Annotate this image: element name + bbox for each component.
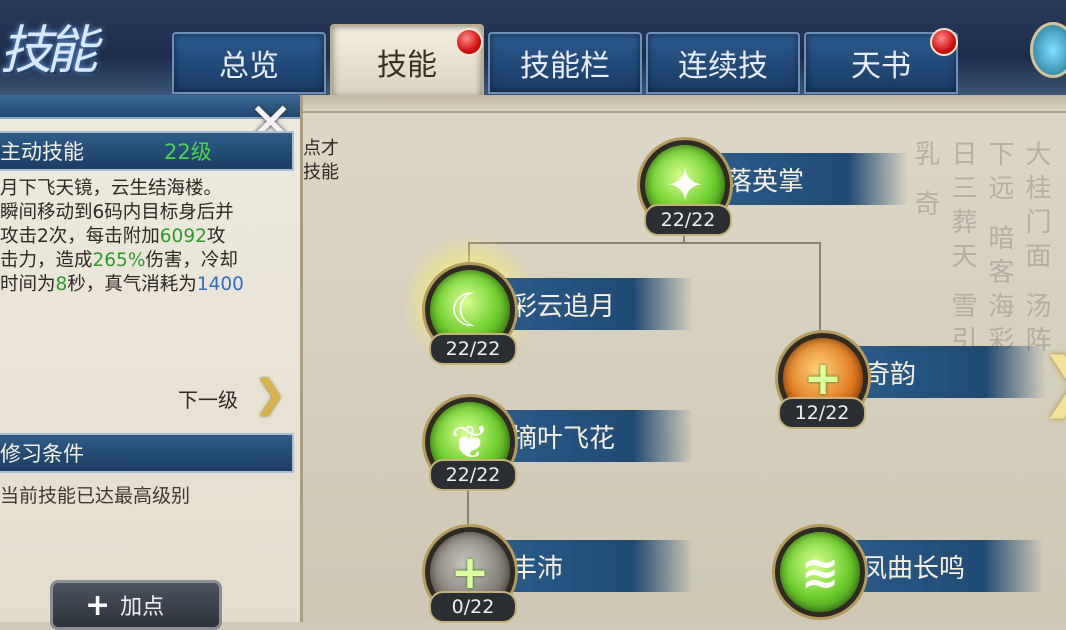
tab-skill-bar[interactable]: 技能栏 (488, 32, 642, 94)
tab-overview[interactable]: 总览 (172, 32, 326, 94)
add-point-button[interactable]: + 加点 (50, 580, 222, 630)
skill-detail-panel (0, 95, 303, 622)
skill-name: 奇韵 (846, 346, 1046, 398)
requirements-header: 修习条件 (0, 433, 294, 473)
desc-line: 月下飞天镜，云生结海楼。 (0, 178, 223, 199)
window-title-art: 技能 (0, 21, 98, 81)
section-title: 主动技能 (0, 140, 84, 164)
notification-dot-heavenly-book (930, 28, 958, 56)
skill-level-count: 12/22 (778, 397, 866, 429)
notification-dot-skills (455, 28, 483, 56)
background-calligraphy: 大桂门面 汤阵下远 暗客海彩 日三葬天 雪引乳 奇 (910, 140, 1051, 361)
skill-level-count: 0/22 (429, 591, 517, 623)
desc-text: 攻 (206, 226, 226, 247)
add-point-label: 加点 (120, 595, 165, 620)
scroll-edge (300, 95, 1066, 113)
desc-text: 击力，造成 (0, 250, 93, 271)
desc-line: 攻击2次，每击附加6092攻 (0, 225, 295, 249)
fragment-line: 技能 (303, 162, 339, 183)
skill-name: 凤曲长鸣 (843, 540, 1043, 592)
requirement-text: 当前技能已达最高级别 (0, 485, 191, 507)
skill-description: 月下飞天镜，云生结海楼。 瞬间移动到6码内目标身后并 攻击2次，每击附加6092… (0, 177, 295, 297)
desc-line: 瞬间移动到6码内目标身后并 (0, 202, 234, 223)
damage-percent-value: 265% (92, 250, 146, 271)
tree-connector (819, 242, 821, 338)
desc-text: 伤害，冷却 (145, 250, 238, 271)
chevron-right-icon[interactable]: ❯ (1040, 345, 1066, 419)
active-skill-header: 主动技能 22级 (0, 131, 294, 171)
chevron-right-icon[interactable]: ❯ (254, 372, 286, 416)
desc-line: 击力，造成265%伤害，冷却 (0, 249, 295, 273)
section-title: 修习条件 (0, 442, 84, 466)
desc-text: 攻击2次，每击附加 (0, 226, 160, 247)
skill-level-count: 22/22 (429, 459, 517, 491)
cooldown-value: 8 (55, 274, 68, 295)
attack-bonus-value: 6092 (159, 226, 207, 247)
desc-text: 时间为 (0, 274, 56, 295)
desc-line: 时间为8秒，真气消耗为1400 (0, 273, 295, 297)
skill-name: 彩云追月 (493, 278, 693, 330)
skill-level: 22级 (164, 140, 212, 164)
fragment-line: 点才 (303, 138, 339, 159)
skill-name: 摘叶飞花 (493, 410, 693, 462)
next-level-label[interactable]: 下一级 (178, 384, 238, 413)
skill-name: 丰沛 (493, 540, 693, 592)
skill-level-count: 22/22 (644, 204, 732, 236)
skill-level-count: 22/22 (429, 333, 517, 365)
desc-text: 秒，真气消耗为 (67, 274, 197, 295)
skill-name: 落英掌 (708, 153, 908, 205)
tab-combo[interactable]: 连续技 (646, 32, 800, 94)
plus-icon: + (85, 587, 111, 623)
energy-cost-value: 1400 (196, 274, 244, 295)
tooltip-fragment: 点才 技能 (303, 137, 339, 185)
wind-skill-icon[interactable]: ≋ (775, 527, 865, 617)
